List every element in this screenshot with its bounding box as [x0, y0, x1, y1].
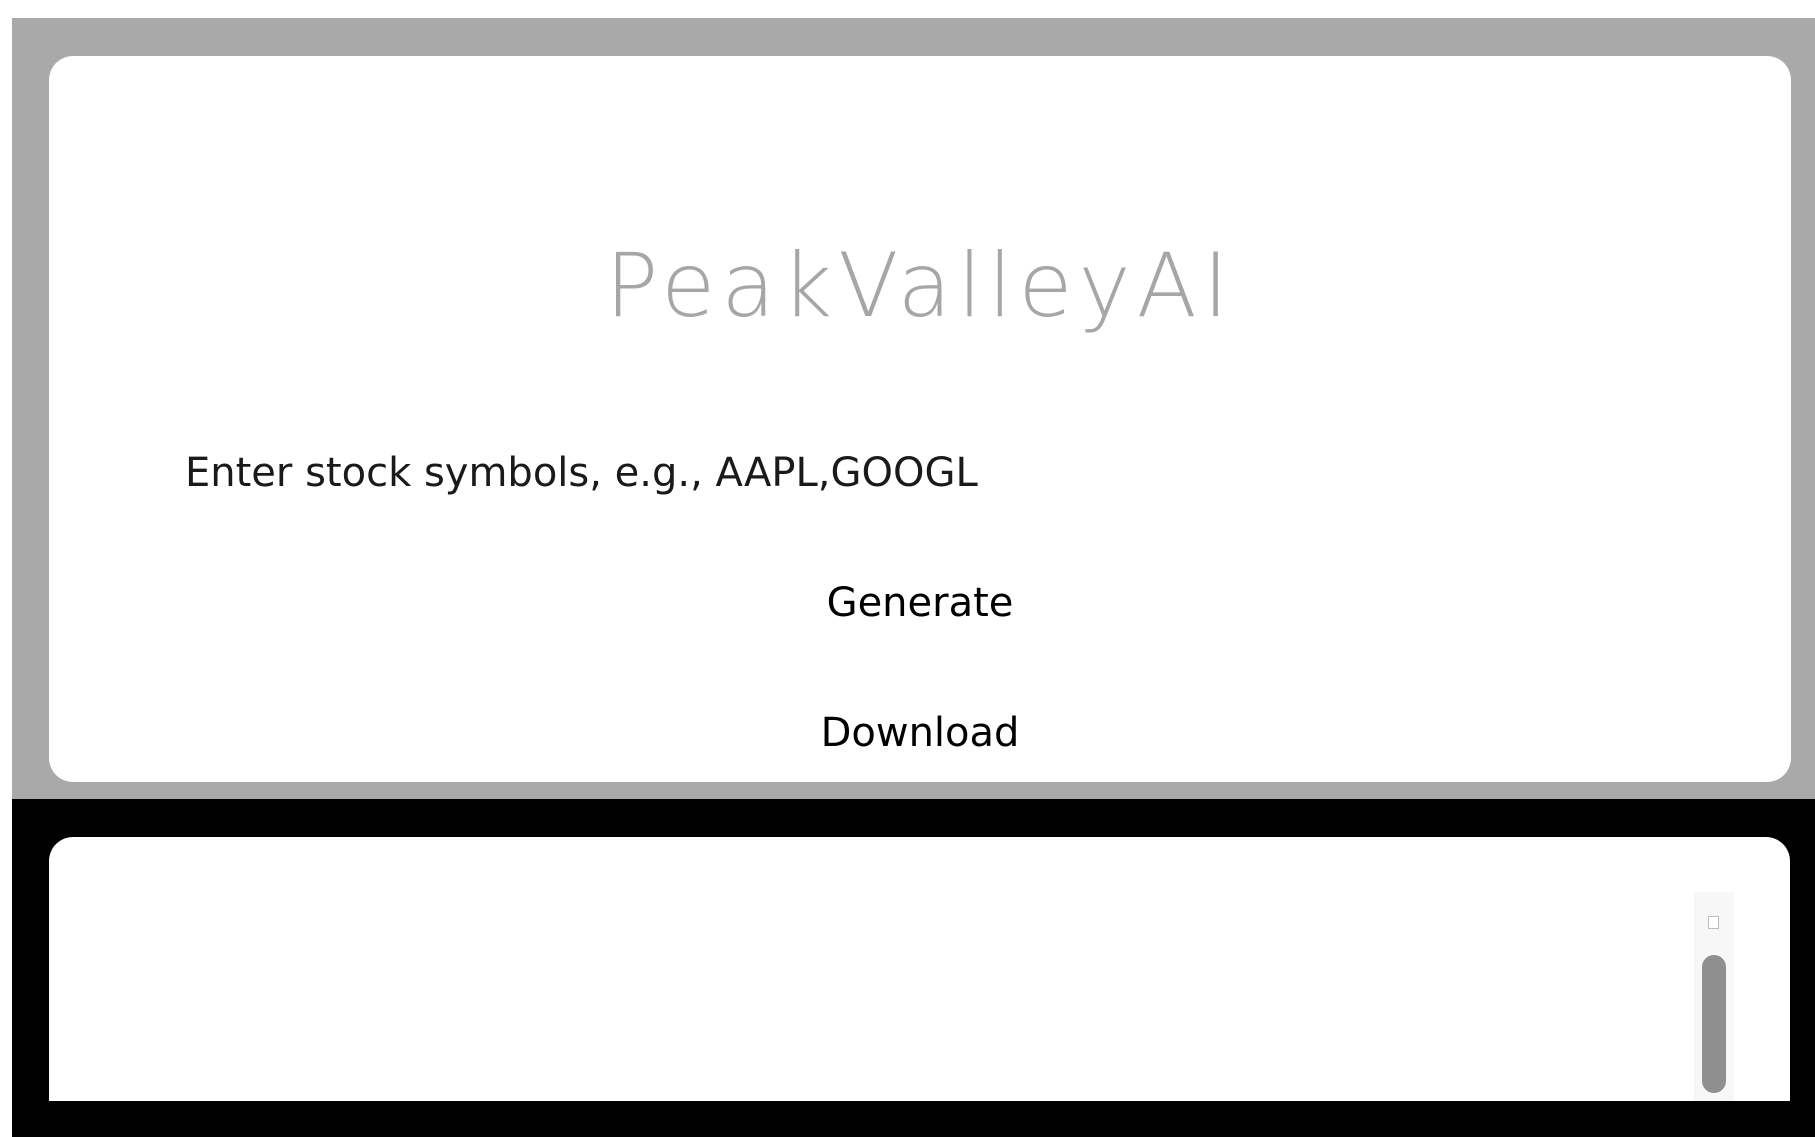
app-title: PeakValleyAI	[605, 234, 1235, 337]
vertical-scrollbar[interactable]	[1694, 892, 1734, 1101]
input-card: PeakValleyAI Generate Download	[49, 56, 1791, 782]
scroll-up-arrow-icon[interactable]	[1708, 916, 1719, 929]
generate-button-label: Generate	[826, 580, 1014, 626]
scrollbar-thumb[interactable]	[1702, 955, 1726, 1093]
results-panel	[49, 837, 1790, 1101]
stock-symbols-input[interactable]	[185, 436, 1645, 510]
generate-button[interactable]: Generate	[49, 573, 1791, 633]
download-button-label: Download	[820, 710, 1020, 756]
download-button[interactable]: Download	[49, 703, 1791, 763]
